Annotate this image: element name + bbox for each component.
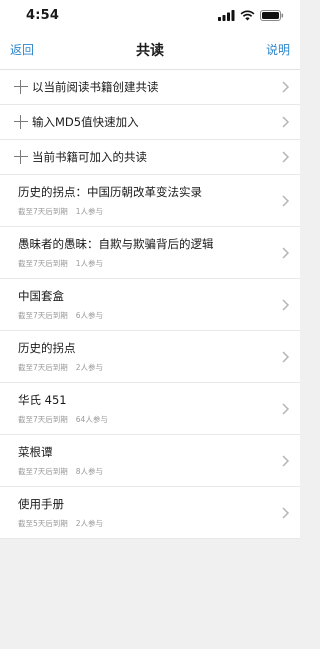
status-time: 4:54 (26, 7, 60, 23)
deadline-text: 截至7天后到期 (18, 466, 68, 476)
list-item[interactable]: 愚昧者的愚昧：自欺与欺骗背后的逻辑 截至7天后到期 1人参与 (0, 227, 300, 279)
deadline-text: 截至7天后到期 (18, 310, 68, 320)
list-item[interactable]: 使用手册 截至5天后到期 2人参与 (0, 487, 300, 539)
back-button[interactable]: 返回 (10, 41, 34, 58)
deadline-text: 截至7天后到期 (18, 414, 68, 424)
book-title: 中国套盒 (18, 288, 64, 303)
plus-icon (14, 115, 28, 129)
participant-count: 1人参与 (75, 206, 104, 216)
chevron-right-icon (282, 194, 290, 207)
action-label: 以当前阅读书籍创建共读 (32, 80, 159, 94)
participant-count: 2人参与 (75, 362, 104, 372)
plus-icon (14, 150, 28, 164)
status-icons (218, 9, 284, 21)
create-co-reading-row[interactable]: 以当前阅读书籍创建共读 (0, 70, 300, 105)
list-item[interactable]: 历史的拐点：中国历朝改革变法实录 截至7天后到期 1人参与 (0, 175, 300, 227)
book-title: 菜根谭 (18, 444, 53, 459)
help-button[interactable]: 说明 (266, 41, 290, 58)
book-title: 愚昧者的愚昧：自欺与欺骗背后的逻辑 (18, 236, 214, 251)
action-label: 输入MD5值快速加入 (32, 115, 139, 129)
book-title: 历史的拐点 (18, 340, 76, 355)
deadline-text: 截至7天后到期 (18, 258, 68, 268)
participant-count: 64人参与 (75, 414, 108, 424)
book-title: 使用手册 (18, 496, 64, 511)
chevron-right-icon (282, 298, 290, 311)
book-title: 华氏 451 (18, 392, 67, 407)
list-item[interactable]: 菜根谭 截至7天后到期 8人参与 (0, 435, 300, 487)
book-title: 历史的拐点：中国历朝改革变法实录 (18, 184, 202, 199)
list-item[interactable]: 华氏 451 截至7天后到期 64人参与 (0, 383, 300, 435)
chevron-right-icon (282, 402, 290, 415)
chevron-right-icon (282, 506, 290, 519)
plus-icon (14, 80, 28, 94)
participant-count: 8人参与 (75, 466, 104, 476)
page-title: 共读 (136, 42, 164, 59)
join-by-md5-row[interactable]: 输入MD5值快速加入 (0, 105, 300, 140)
list-item[interactable]: 历史的拐点 截至7天后到期 2人参与 (0, 331, 300, 383)
status-bar: 4:54 (0, 0, 300, 30)
list-item[interactable]: 中国套盒 截至7天后到期 6人参与 (0, 279, 300, 331)
chevron-right-icon (282, 350, 290, 363)
deadline-text: 截至7天后到期 (18, 362, 68, 372)
chevron-right-icon (282, 151, 290, 163)
signal-icon (218, 9, 235, 21)
chevron-right-icon (282, 246, 290, 259)
deadline-text: 截至7天后到期 (18, 206, 68, 216)
action-label: 当前书籍可加入的共读 (32, 150, 147, 164)
wifi-icon (240, 9, 255, 20)
navigation-bar: 返回 共读 说明 (0, 30, 300, 70)
participant-count: 6人参与 (75, 310, 104, 320)
deadline-text: 截至5天后到期 (18, 518, 68, 528)
chevron-right-icon (282, 116, 290, 128)
chevron-right-icon (282, 454, 290, 467)
participant-count: 2人参与 (75, 518, 104, 528)
joinable-co-readings-row[interactable]: 当前书籍可加入的共读 (0, 140, 300, 175)
co-reading-list: 以当前阅读书籍创建共读 输入MD5值快速加入 当前书籍可加入的共读 历史的拐点：… (0, 70, 300, 539)
participant-count: 1人参与 (75, 258, 104, 268)
chevron-right-icon (282, 81, 290, 93)
battery-icon (260, 9, 284, 21)
